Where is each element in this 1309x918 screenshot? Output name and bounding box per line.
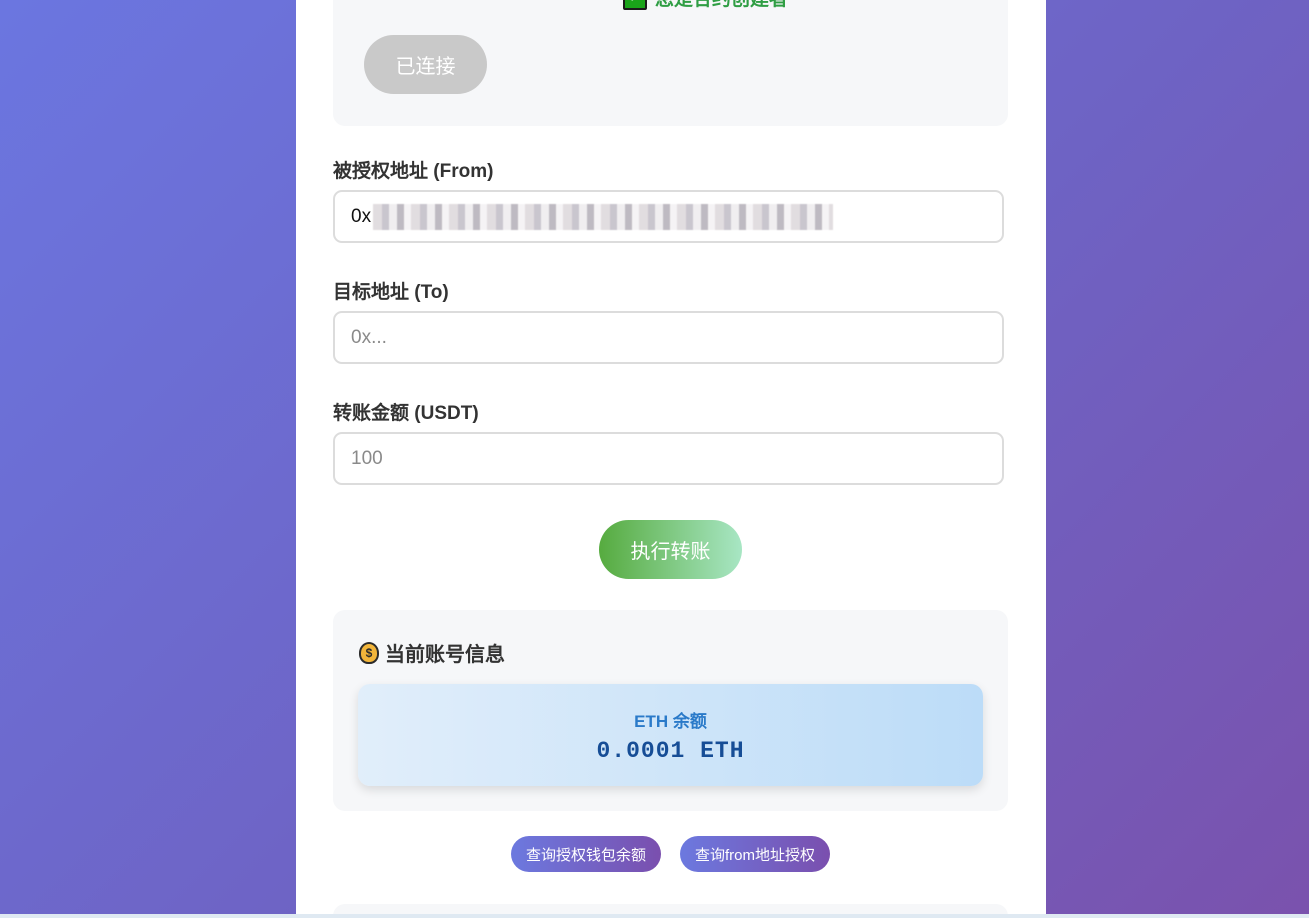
- money-bag-icon: $: [359, 641, 379, 664]
- amount-placeholder: 100: [351, 447, 383, 469]
- connected-button[interactable]: 已连接: [364, 35, 487, 94]
- to-address-input[interactable]: 0x...: [333, 311, 1004, 364]
- from-label: 被授权地址 (From): [333, 161, 494, 182]
- creator-status: ✓ 您是合约创建者: [623, 0, 788, 11]
- account-info-title-text: 当前账号信息: [385, 644, 505, 666]
- to-label: 目标地址 (To): [333, 282, 449, 303]
- query-wallet-balance-button[interactable]: 查询授权钱包余额: [511, 836, 661, 872]
- creator-status-text: 您是合约创建者: [655, 0, 788, 11]
- eth-balance-label: ETH 余额: [634, 712, 707, 731]
- from-address-prefix: 0x: [351, 205, 372, 227]
- amount-label: 转账金额 (USDT): [333, 403, 479, 424]
- redacted-address: [373, 203, 834, 230]
- bottom-bar: [0, 914, 1309, 918]
- account-info-panel: $ 当前账号信息 ETH 余额 0.0001 ETH: [333, 610, 1008, 811]
- account-info-title: $ 当前账号信息: [359, 638, 505, 667]
- main-card: ✓ 您是合约创建者 已连接 被授权地址 (From) 0x 目标地址 (To) …: [296, 0, 1046, 918]
- check-mark-icon: ✓: [623, 0, 647, 10]
- from-address-input[interactable]: 0x: [333, 190, 1004, 243]
- query-from-allowance-button[interactable]: 查询from地址授权: [680, 836, 830, 872]
- amount-input[interactable]: 100: [333, 432, 1004, 485]
- execute-transfer-button[interactable]: 执行转账: [599, 520, 742, 579]
- eth-balance-value: 0.0001 ETH: [596, 738, 745, 764]
- eth-balance-card: ETH 余额 0.0001 ETH: [358, 684, 983, 786]
- to-address-placeholder: 0x...: [351, 326, 387, 348]
